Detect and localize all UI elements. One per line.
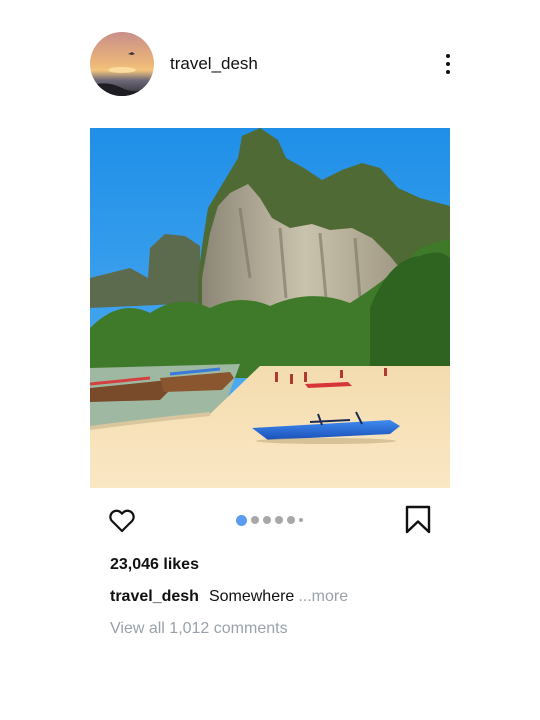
more-vertical-icon-dot <box>446 62 450 66</box>
view-comments-link[interactable]: View all 1,012 comments <box>110 619 288 639</box>
bookmark-outline-icon <box>405 505 431 534</box>
carousel-dot[interactable] <box>275 516 283 524</box>
caption-more-link[interactable]: ...more <box>298 588 348 605</box>
caption-text: Somewhere <box>208 588 295 605</box>
avatar-sunset-image <box>90 32 154 96</box>
carousel-dot[interactable] <box>263 516 271 524</box>
more-options-button[interactable] <box>436 50 460 78</box>
beach-cliff-photo <box>90 128 450 488</box>
post-username[interactable]: travel_desh <box>170 54 258 74</box>
carousel-dot[interactable] <box>251 516 259 524</box>
likes-count[interactable]: 23,046 likes <box>110 555 199 575</box>
caption: travel_desh Somewhere ...more <box>110 587 348 607</box>
carousel-dot[interactable] <box>299 518 303 522</box>
avatar[interactable] <box>90 32 154 96</box>
more-vertical-icon <box>446 54 450 58</box>
carousel-dot-active[interactable] <box>236 514 247 526</box>
heart-outline-icon <box>109 509 135 533</box>
post-photo[interactable] <box>90 128 450 488</box>
like-button[interactable] <box>106 504 138 536</box>
caption-username[interactable]: travel_desh <box>110 588 199 605</box>
more-vertical-icon-dot <box>446 70 450 74</box>
bookmark-button[interactable] <box>404 505 432 535</box>
carousel-indicator <box>236 514 303 526</box>
carousel-dot[interactable] <box>287 516 295 524</box>
